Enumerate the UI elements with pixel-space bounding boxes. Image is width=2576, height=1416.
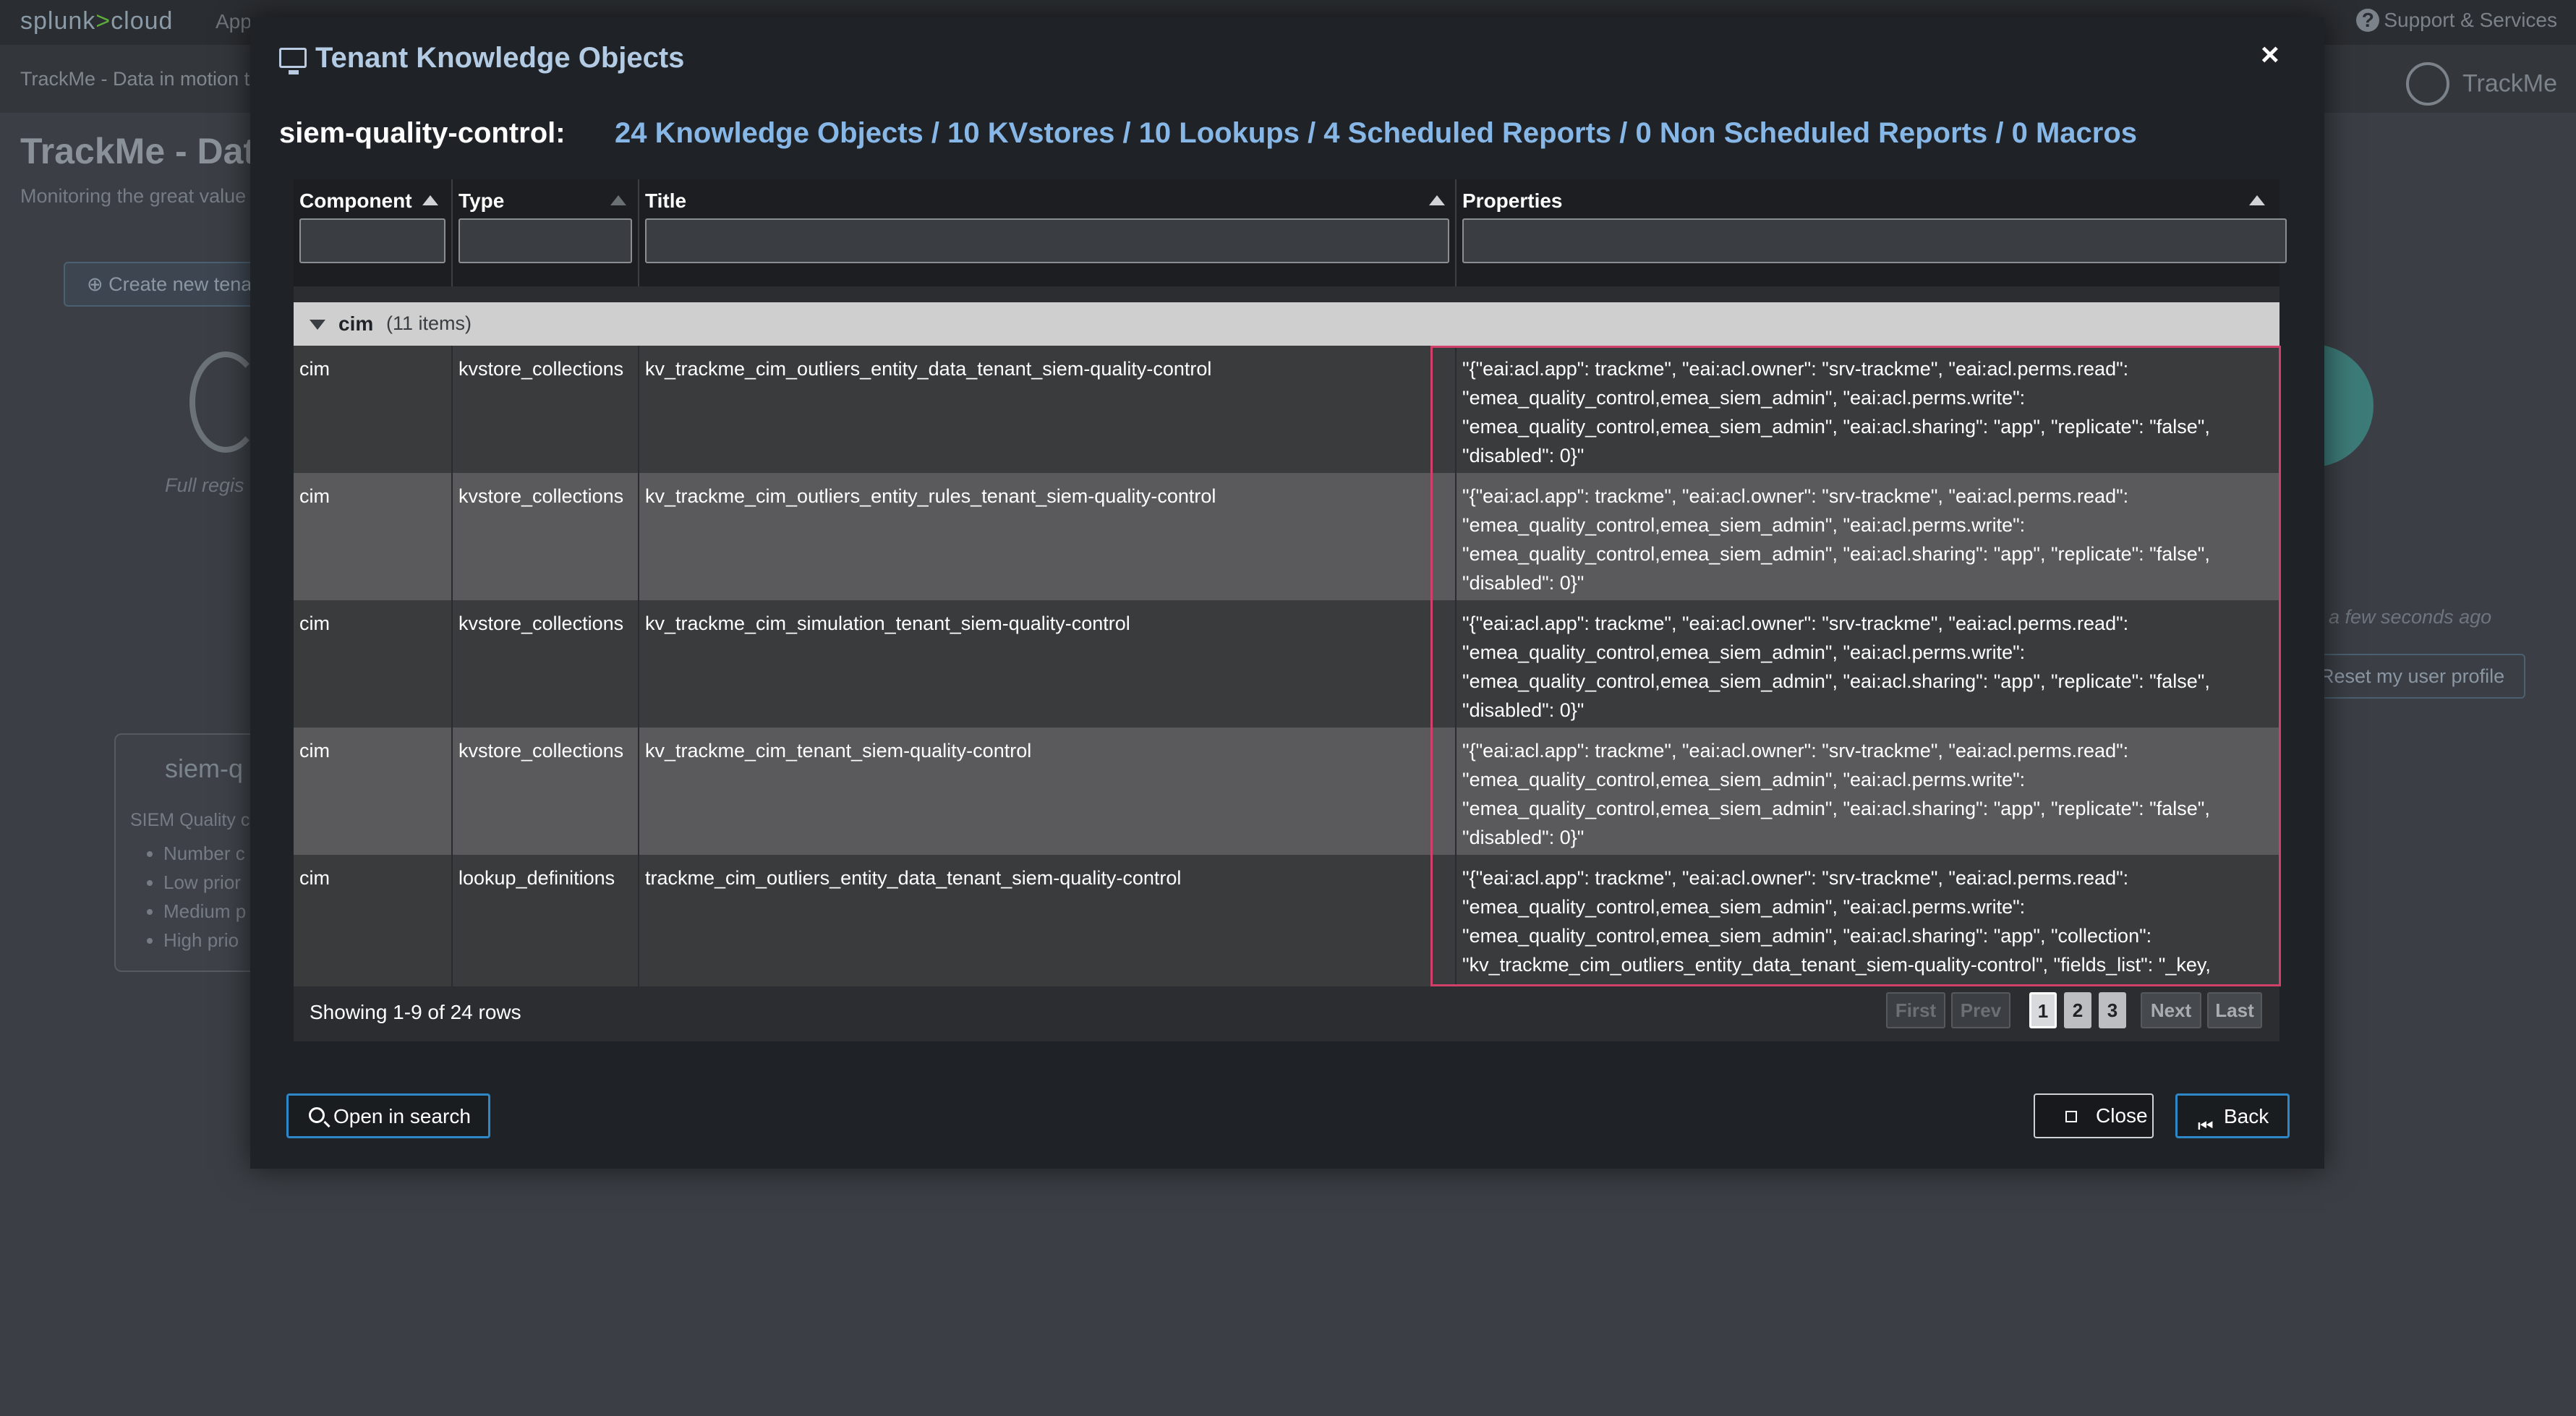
skip-back-icon: ⏮ bbox=[2198, 1117, 2214, 1136]
column-component[interactable]: Component bbox=[294, 179, 453, 286]
cell-title: trackme_cim_outliers_entity_data_tenant_… bbox=[639, 855, 1457, 986]
page-title: TrackMe - Data bbox=[20, 131, 276, 171]
tenant-label: siem-quality-control: bbox=[279, 117, 566, 149]
group-count: (11 items) bbox=[386, 312, 472, 334]
app-nav-text[interactable]: TrackMe - Data in motion t bbox=[20, 68, 250, 90]
last-updated-text: a few seconds ago bbox=[2329, 606, 2492, 628]
column-label: Type bbox=[459, 189, 505, 212]
help-icon: ? bbox=[2356, 9, 2380, 32]
cell-type: kvstore_collections bbox=[453, 346, 639, 473]
cell-type: kvstore_collections bbox=[453, 473, 639, 600]
cell-component: cim bbox=[294, 728, 453, 855]
page-3-button[interactable]: 3 bbox=[2099, 992, 2126, 1028]
cell-properties: "{"eai:acl.app": trackme", "eai:acl.owne… bbox=[1462, 485, 2210, 594]
sort-asc-icon[interactable] bbox=[422, 195, 438, 205]
properties-filter-input[interactable] bbox=[1462, 218, 2287, 263]
list-item: Number c bbox=[163, 839, 246, 868]
list-item: High prio bbox=[163, 926, 246, 955]
cell-properties: "{"eai:acl.app": trackme", "eai:acl.owne… bbox=[1462, 613, 2210, 721]
component-filter-input[interactable] bbox=[299, 218, 445, 263]
last-page-button[interactable]: Last bbox=[2207, 992, 2262, 1028]
cell-title: kv_trackme_cim_outliers_entity_data_tena… bbox=[639, 346, 1457, 473]
sort-asc-icon[interactable] bbox=[2249, 195, 2265, 205]
splunk-logo[interactable]: splunk>cloud bbox=[20, 7, 173, 35]
monitor-icon bbox=[279, 48, 307, 74]
cell-title: kv_trackme_cim_simulation_tenant_siem-qu… bbox=[639, 600, 1457, 728]
close-icon[interactable]: × bbox=[2261, 39, 2279, 71]
column-type[interactable]: Type bbox=[453, 179, 639, 286]
page-subtitle: Monitoring the great value bbox=[20, 185, 247, 207]
column-label: Component bbox=[299, 189, 412, 212]
first-page-button[interactable]: First bbox=[1886, 992, 1945, 1028]
column-label: Title bbox=[645, 189, 687, 212]
table-body: cim kvstore_collections kv_trackme_cim_o… bbox=[294, 346, 2279, 986]
table-row[interactable]: cim kvstore_collections kv_trackme_cim_o… bbox=[294, 346, 2279, 473]
group-row-cim[interactable]: cim (11 items) bbox=[294, 302, 2279, 346]
prev-page-button[interactable]: Prev bbox=[1951, 992, 2010, 1028]
app-brand: TrackMe bbox=[2406, 62, 2557, 106]
cell-type: kvstore_collections bbox=[453, 728, 639, 855]
tenant-card-title: siem-q bbox=[165, 754, 244, 783]
cell-properties: "{"eai:acl.app": trackme", "eai:acl.owne… bbox=[1462, 358, 2210, 466]
tenant-card-list: Number c Low prior Medium p High prio bbox=[127, 839, 246, 955]
cell-type: lookup_definitions bbox=[453, 855, 639, 986]
title-filter-input[interactable] bbox=[645, 218, 1449, 263]
cell-type: kvstore_collections bbox=[453, 600, 639, 728]
table-row[interactable]: cim kvstore_collections kv_trackme_cim_s… bbox=[294, 600, 2279, 728]
table-header: Component Type Title Properties bbox=[294, 179, 2287, 286]
cell-component: cim bbox=[294, 600, 453, 728]
cell-component: cim bbox=[294, 855, 453, 986]
knowledge-objects-modal: Tenant Knowledge Objects × siem-quality-… bbox=[250, 17, 2324, 1169]
table-footer: Showing 1-9 of 24 rows First Prev 1 2 3 … bbox=[294, 986, 2279, 1041]
button-label: Open in search bbox=[333, 1105, 471, 1127]
rows-count: Showing 1-9 of 24 rows bbox=[310, 1001, 521, 1023]
full-registration-text: Full regis bbox=[165, 474, 244, 496]
cell-title: kv_trackme_cim_tenant_siem-quality-contr… bbox=[639, 728, 1457, 855]
objects-summary: 24 Knowledge Objects / 10 KVstores / 10 … bbox=[615, 117, 2137, 149]
page-1-button[interactable]: 1 bbox=[2029, 992, 2057, 1028]
cell-properties: "{"eai:acl.app": trackme", "eai:acl.owne… bbox=[1462, 867, 2211, 986]
square-icon bbox=[2065, 1111, 2077, 1122]
sort-icon[interactable] bbox=[610, 195, 626, 205]
back-button[interactable]: ⏮ Back bbox=[2175, 1093, 2290, 1138]
tenant-card-desc: SIEM Quality c bbox=[130, 810, 250, 830]
reset-profile-button[interactable]: Reset my user profile bbox=[2304, 654, 2525, 699]
cell-title: kv_trackme_cim_outliers_entity_rules_ten… bbox=[639, 473, 1457, 600]
list-item: Low prior bbox=[163, 868, 246, 897]
trackme-logo-icon bbox=[2406, 62, 2450, 106]
collapse-icon[interactable] bbox=[310, 320, 325, 330]
open-in-search-button[interactable]: Open in search bbox=[286, 1093, 490, 1138]
table-row[interactable]: cim lookup_definitions trackme_cim_outli… bbox=[294, 855, 2279, 986]
table-row[interactable]: cim kvstore_collections kv_trackme_cim_t… bbox=[294, 728, 2279, 855]
column-title[interactable]: Title bbox=[639, 179, 1457, 286]
modal-title: Tenant Knowledge Objects bbox=[315, 42, 685, 74]
table-row[interactable]: cim kvstore_collections kv_trackme_cim_o… bbox=[294, 473, 2279, 600]
button-label: Close bbox=[2096, 1104, 2148, 1127]
group-name: cim bbox=[338, 312, 374, 335]
cell-properties: "{"eai:acl.app": trackme", "eai:acl.owne… bbox=[1462, 740, 2210, 848]
create-tenant-button[interactable]: ⊕ Create new tena bbox=[64, 262, 281, 307]
search-icon bbox=[309, 1107, 325, 1123]
list-item: Medium p bbox=[163, 897, 246, 926]
cell-component: cim bbox=[294, 473, 453, 600]
close-button[interactable]: Close bbox=[2034, 1093, 2154, 1138]
knowledge-objects-table: Component Type Title Properties cim (11 … bbox=[294, 179, 2287, 1041]
type-filter-input[interactable] bbox=[459, 218, 632, 263]
cell-component: cim bbox=[294, 346, 453, 473]
column-properties[interactable]: Properties bbox=[1457, 179, 2287, 286]
page-2-button[interactable]: 2 bbox=[2064, 992, 2091, 1028]
button-label: Back bbox=[2224, 1105, 2269, 1127]
sort-asc-icon[interactable] bbox=[1429, 195, 1445, 205]
column-label: Properties bbox=[1462, 189, 1563, 212]
support-menu[interactable]: ? Support & Services bbox=[2356, 9, 2557, 32]
next-page-button[interactable]: Next bbox=[2141, 992, 2201, 1028]
